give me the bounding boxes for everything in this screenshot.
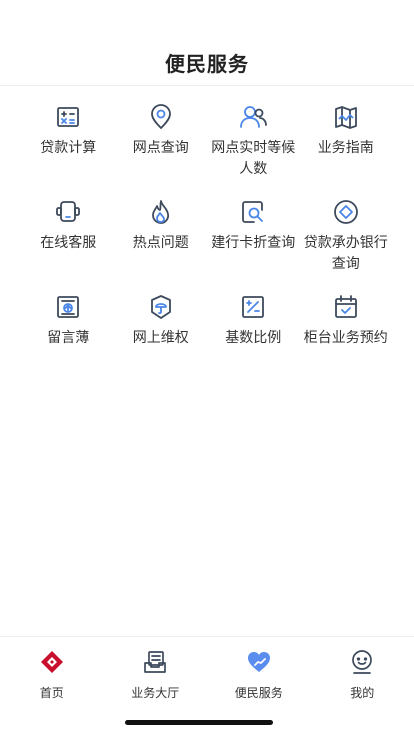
- service-label: 留言薄: [47, 330, 90, 346]
- smile-face-icon: [348, 648, 376, 676]
- page-header: 便民服务: [0, 0, 414, 86]
- tab-mine[interactable]: 我的: [311, 637, 414, 736]
- service-online-support[interactable]: 在线客服: [22, 195, 115, 290]
- service-base-ratio[interactable]: 基数比例: [207, 290, 300, 385]
- users-icon: [238, 102, 268, 132]
- service-label: 建行卡折查询: [211, 235, 296, 251]
- map-icon: [331, 102, 361, 132]
- service-label: 在线客服: [40, 235, 97, 251]
- service-label: 柜台业务预约: [303, 330, 388, 346]
- service-online-rights[interactable]: 网上维权: [115, 290, 208, 385]
- service-card-query[interactable]: 建行卡折查询: [207, 195, 300, 290]
- shield-umbrella-icon: [146, 292, 176, 322]
- heart-hand-icon: [245, 648, 273, 676]
- service-label: 贷款计算: [40, 140, 97, 156]
- service-label: 基数比例: [225, 330, 282, 346]
- diamond-circle-icon: [331, 197, 361, 227]
- flame-icon: [146, 197, 176, 227]
- service-loan-calculator[interactable]: 贷款计算: [22, 100, 115, 195]
- service-branch-query[interactable]: 网点查询: [115, 100, 208, 195]
- location-pin-icon: [146, 102, 176, 132]
- service-label: 业务指南: [317, 140, 374, 156]
- service-hot-questions[interactable]: 热点问题: [115, 195, 208, 290]
- page-title: 便民服务: [165, 52, 249, 76]
- headset-icon: [53, 197, 83, 227]
- card-search-icon: [238, 197, 268, 227]
- calculator-icon: [53, 102, 83, 132]
- service-counter-appointment[interactable]: 柜台业务预约: [300, 290, 393, 385]
- tab-label: 便民服务: [234, 686, 283, 700]
- tab-label: 业务大厅: [131, 686, 180, 700]
- service-branch-waiting[interactable]: 网点实时等候人数: [207, 100, 300, 195]
- tab-label: 我的: [350, 686, 375, 700]
- service-label: 网点实时等候人数: [211, 140, 296, 177]
- home-indicator: [125, 720, 273, 725]
- service-label: 热点问题: [132, 235, 189, 251]
- service-label: 网上维权: [132, 330, 189, 346]
- service-grid: 贷款计算 网点查询 网点实时等候人数 业务指南 在线客服 热点问题 建行卡折查询…: [22, 100, 392, 385]
- service-loan-bank-query[interactable]: 贷款承办银行查询: [300, 195, 393, 290]
- home-logo-icon: [38, 648, 66, 676]
- message-board-icon: [53, 292, 83, 322]
- tab-label: 首页: [39, 686, 64, 700]
- tab-home[interactable]: 首页: [0, 637, 104, 736]
- service-message-board[interactable]: 留言薄: [22, 290, 115, 385]
- calendar-check-icon: [331, 292, 361, 322]
- service-label: 贷款承办银行查询: [303, 235, 388, 272]
- service-business-guide[interactable]: 业务指南: [300, 100, 393, 195]
- business-hall-icon: [141, 648, 169, 676]
- percent-icon: [238, 292, 268, 322]
- service-label: 网点查询: [132, 140, 189, 156]
